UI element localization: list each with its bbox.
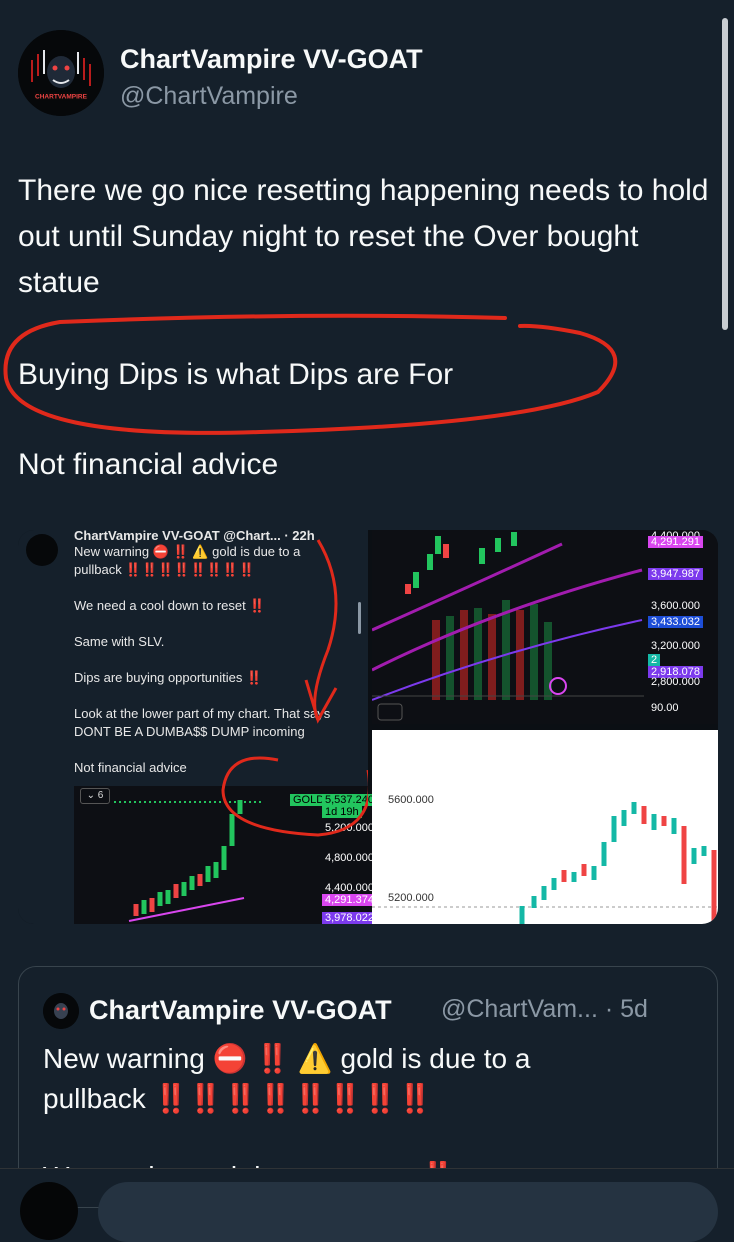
tweet-paragraph-1: There we go nice resetting happening nee… [18,174,709,299]
red-arrow-annotation [221,539,368,837]
tr-price-2800: 2,800.000 [651,676,700,688]
tr-price-3600: 3,600.000 [651,600,700,612]
avatar-wordmark: CHARTVAMPIRE [35,94,88,101]
author-avatar[interactable]: CHARTVAMPIRE [18,30,104,116]
media-left-screenshot[interactable]: ChartVampire VV-GOAT @Chart... · 22h New… [18,530,377,924]
quoted-timestamp: · 5d [604,995,648,1023]
media-top-right-chart[interactable]: 4,400.000 4,291.291 3,947.987 3,600.000 … [372,530,718,724]
red-circle-annotation [3,313,618,435]
tr-tag-2: 2 [648,654,661,666]
quoted-line2: pullback ‼️‼️‼️‼️‼️‼️‼️‼️ [43,1083,433,1114]
author-handle[interactable]: @ChartVampire [120,82,298,111]
tr-price-4291: 4,291.291 [648,536,703,548]
author-name[interactable]: ChartVampire VV-GOAT [120,44,423,75]
tr-price-3200: 3,200.000 [651,640,700,652]
media-bottom-right-chart[interactable]: 5600.000 5200.000 [372,730,718,924]
quoted-author-handle: @ChartVam... · 5d [441,995,648,1024]
quoted-handle-text: @ChartVam... [441,995,598,1023]
quoted-line1: New warning ⛔ ‼️ ⚠️ gold is due to a [43,1043,531,1074]
quoted-author-name: ChartVampire VV-GOAT [89,995,392,1025]
tr-price-3433: 3,433.032 [648,616,703,628]
current-user-avatar[interactable] [20,1182,78,1240]
reply-input[interactable] [98,1182,718,1242]
scrollbar[interactable] [722,18,728,330]
tr-price-90: 90.00 [651,702,679,714]
media-grid[interactable]: ChartVampire VV-GOAT @Chart... · 22h New… [18,530,718,924]
tr-price-3947: 3,947.987 [648,568,703,580]
quoted-avatar[interactable] [43,993,79,1029]
